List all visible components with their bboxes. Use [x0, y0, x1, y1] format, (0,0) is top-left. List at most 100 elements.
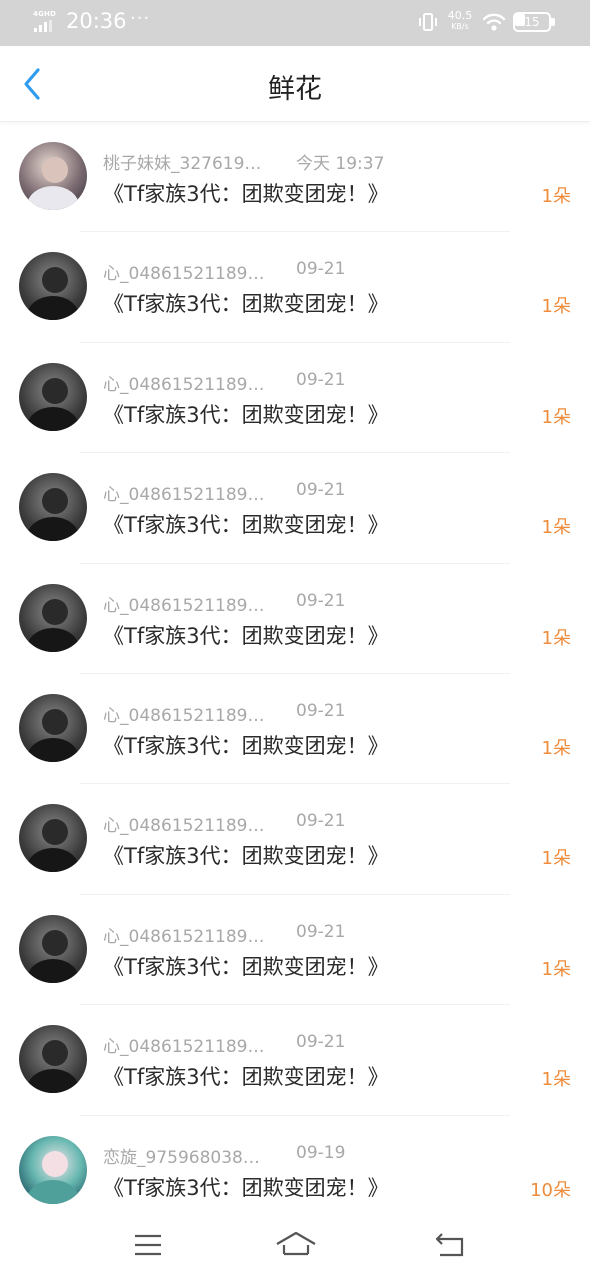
list-item[interactable]: 心_04861521189… 09-21 《Tf家族3代：团欺变团宠！》 1朵	[0, 453, 590, 564]
flower-count: 1朵	[541, 848, 571, 870]
list-item[interactable]: 桃子妹妹_327619… 今天 19:37 《Tf家族3代：团欺变团宠！》 1朵	[0, 122, 590, 233]
book-title[interactable]: 《Tf家族3代：团欺变团宠！》	[103, 620, 389, 650]
avatar-image	[27, 377, 79, 431]
chevron-left-icon	[24, 68, 40, 100]
flower-count: 1朵	[541, 737, 571, 759]
item-time: 09-21	[296, 921, 346, 942]
flower-list: 桃子妹妹_327619… 今天 19:37 《Tf家族3代：团欺变团宠！》 1朵…	[0, 122, 590, 1226]
book-title[interactable]: 《Tf家族3代：团欺变团宠！》	[103, 178, 389, 208]
avatar[interactable]	[19, 473, 87, 542]
header: 鲜花	[0, 46, 590, 122]
item-time: 09-21	[296, 1032, 346, 1053]
list-item[interactable]: 心_04861521189… 09-21 《Tf家族3代：团欺变团宠！》 1朵	[0, 784, 590, 895]
avatar-image	[27, 929, 79, 983]
avatar[interactable]	[19, 804, 87, 873]
item-meta: 心_04861521189… 09-21	[103, 259, 345, 285]
book-title[interactable]: 《Tf家族3代：团欺变团宠！》	[103, 288, 389, 318]
status-bar: 4GHD 20:36 ··· 40.5 KB/s 15	[0, 0, 590, 46]
list-item[interactable]: 心_04861521189… 09-21 《Tf家族3代：团欺变团宠！》 1朵	[0, 1005, 590, 1116]
notification-dots: ···	[130, 8, 151, 29]
username[interactable]: 心_04861521189…	[103, 259, 264, 284]
wifi-icon	[482, 12, 506, 32]
avatar[interactable]	[19, 693, 87, 762]
username[interactable]: 心_04861521189…	[103, 701, 264, 726]
back-button[interactable]	[14, 66, 50, 102]
battery-icon: 15	[513, 12, 555, 32]
avatar[interactable]	[19, 1025, 87, 1094]
book-title[interactable]: 《Tf家族3代：团欺变团宠！》	[103, 509, 389, 539]
speed-unit: KB/s	[451, 22, 469, 31]
avatar[interactable]	[19, 362, 87, 431]
item-time: 09-21	[296, 590, 346, 611]
speed-value: 40.5	[447, 9, 473, 22]
item-meta: 心_04861521189… 09-21	[103, 1032, 345, 1058]
avatar-image	[27, 598, 79, 652]
item-time: 09-21	[296, 811, 346, 832]
avatar-image	[27, 267, 79, 321]
back-nav-button[interactable]	[434, 1230, 470, 1260]
item-meta: 心_04861521189… 09-21	[103, 811, 345, 837]
item-time: 09-19	[296, 1142, 346, 1163]
book-title[interactable]: 《Tf家族3代：团欺变团宠！》	[103, 1172, 389, 1202]
page-title: 鲜花	[268, 74, 322, 105]
item-time: 09-21	[296, 369, 346, 390]
book-title[interactable]: 《Tf家族3代：团欺变团宠！》	[103, 730, 389, 760]
username[interactable]: 心_04861521189…	[103, 1032, 264, 1057]
avatar-image	[27, 1150, 79, 1204]
item-meta: 恋旋_975968038… 09-19	[103, 1143, 345, 1169]
username[interactable]: 心_04861521189…	[103, 480, 264, 505]
item-meta: 心_04861521189… 09-21	[103, 480, 345, 506]
flower-count: 1朵	[541, 958, 571, 980]
back-icon	[435, 1233, 464, 1257]
avatar-image	[27, 708, 79, 762]
status-time: 20:36	[66, 9, 127, 33]
list-item[interactable]: 心_04861521189… 09-21 《Tf家族3代：团欺变团宠！》 1朵	[0, 895, 590, 1006]
username[interactable]: 心_04861521189…	[103, 922, 264, 947]
avatar[interactable]	[19, 914, 87, 983]
username[interactable]: 心_04861521189…	[103, 811, 264, 836]
item-meta: 心_04861521189… 09-21	[103, 922, 345, 948]
system-nav-bar	[0, 1210, 590, 1280]
item-time: 09-21	[296, 259, 346, 280]
item-time: 09-21	[296, 700, 346, 721]
book-title[interactable]: 《Tf家族3代：团欺变团宠！》	[103, 1061, 389, 1091]
item-time: 09-21	[296, 480, 346, 501]
username[interactable]: 桃子妹妹_327619…	[103, 149, 261, 174]
avatar-image	[27, 819, 79, 873]
avatar-image	[27, 157, 79, 210]
avatar[interactable]	[19, 142, 87, 210]
item-meta: 心_04861521189… 09-21	[103, 370, 345, 396]
book-title[interactable]: 《Tf家族3代：团欺变团宠！》	[103, 399, 389, 429]
item-time: 今天 19:37	[296, 154, 385, 174]
username[interactable]: 心_04861521189…	[103, 591, 264, 616]
avatar[interactable]	[19, 583, 87, 652]
network-speed: 40.5 KB/s	[445, 9, 475, 35]
vibrate-icon	[417, 11, 439, 33]
flower-count: 1朵	[541, 186, 571, 207]
flower-count: 10朵	[530, 1179, 571, 1201]
item-meta: 桃子妹妹_327619… 今天 19:37	[103, 149, 384, 175]
list-item[interactable]: 心_04861521189… 09-21 《Tf家族3代：团欺变团宠！》 1朵	[0, 343, 590, 454]
home-button[interactable]	[275, 1230, 317, 1260]
avatar[interactable]	[19, 1135, 87, 1204]
home-icon	[276, 1231, 316, 1256]
flower-count: 1朵	[541, 517, 571, 539]
item-meta: 心_04861521189… 09-21	[103, 591, 345, 617]
signal-icon: 4GHD	[33, 10, 57, 33]
avatar[interactable]	[19, 252, 87, 321]
username[interactable]: 心_04861521189…	[103, 370, 264, 395]
flower-count: 1朵	[541, 627, 571, 649]
network-type: 4GHD	[33, 10, 57, 18]
book-title[interactable]: 《Tf家族3代：团欺变团宠！》	[103, 951, 389, 981]
list-item[interactable]: 心_04861521189… 09-21 《Tf家族3代：团欺变团宠！》 1朵	[0, 674, 590, 785]
book-title[interactable]: 《Tf家族3代：团欺变团宠！》	[103, 840, 389, 870]
item-meta: 心_04861521189… 09-21	[103, 701, 345, 727]
menu-icon	[135, 1234, 161, 1256]
list-item[interactable]: 心_04861521189… 09-21 《Tf家族3代：团欺变团宠！》 1朵	[0, 232, 590, 343]
username[interactable]: 恋旋_975968038…	[103, 1143, 260, 1168]
list-item[interactable]: 心_04861521189… 09-21 《Tf家族3代：团欺变团宠！》 1朵	[0, 564, 590, 674]
flower-count: 1朵	[541, 296, 571, 318]
menu-button[interactable]	[133, 1230, 169, 1260]
flower-count: 1朵	[541, 406, 571, 428]
battery-level: 15	[524, 15, 540, 29]
